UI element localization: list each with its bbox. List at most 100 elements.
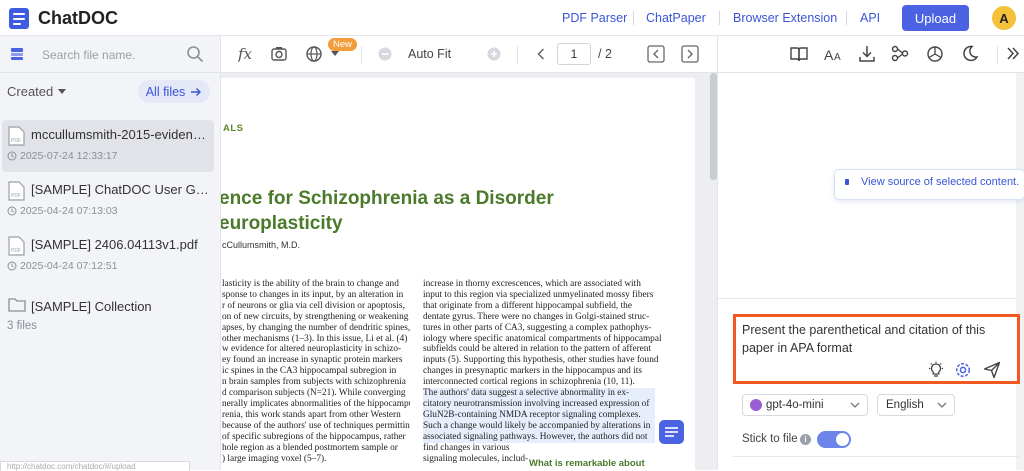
text-column-left[interactable]: lasticity is the ability of the brain to… [222,279,410,464]
info-icon[interactable]: i [800,434,811,445]
nav-pdf-parser[interactable]: PDF Parser [562,11,627,25]
arrow-right-icon [191,87,202,96]
text-line: GluN2B-containing NMDA receptor signalin… [423,409,655,421]
expand-right-icon[interactable] [681,45,699,63]
text-line: dentate gyrus. There were no changes in … [423,311,650,322]
formula-icon[interactable]: fx [238,45,256,63]
file-name: [SAMPLE] ChatDOC User Guide [31,182,211,197]
chevron-down-icon [937,402,947,408]
chat-lines-icon [665,427,678,437]
svg-text:PDF: PDF [11,248,21,254]
text-line: r of neurons or glia via cell division o… [222,300,405,311]
send-icon[interactable] [983,361,1001,379]
pdf-viewer[interactable]: ALS ence for Schizophrenia as a Disorder… [221,73,717,470]
app-name[interactable]: ChatDOC [38,8,118,29]
tooltip-text: View source of selected content. [861,176,1020,188]
collection-count: 3 files [7,320,38,332]
svg-text:PDF: PDF [11,138,21,144]
svg-text:PDF: PDF [11,193,21,199]
pdf-file-icon: PDF [8,126,25,146]
text-line: that originate from a different hippocam… [423,300,632,311]
settings-gear-icon[interactable] [954,361,972,379]
text-line: hole region as a blended postmortem samp… [222,442,398,453]
document-author: cCullumsmith, M.D. [222,240,301,250]
previous-page-icon[interactable] [537,48,545,60]
pdf-page[interactable]: ALS ence for Schizophrenia as a Disorder… [221,78,695,470]
translate-globe-icon[interactable] [305,45,325,63]
view-source-tooltip[interactable]: View source of selected content. [835,170,1024,199]
dark-mode-moon-icon[interactable] [962,45,978,62]
database-icon[interactable] [10,47,24,61]
double-chevron-right-icon[interactable] [1006,47,1020,60]
collection-name: [SAMPLE] Collection [31,299,152,314]
nav-api[interactable]: API [860,11,880,25]
nav-browser-extension[interactable]: Browser Extension [733,11,837,25]
search-input[interactable] [42,45,178,65]
download-icon[interactable] [859,45,875,62]
zoom-in-icon[interactable] [487,47,501,61]
svg-text:fx: fx [238,45,253,63]
mind-map-icon[interactable] [891,45,909,62]
chat-input-box[interactable]: Present the parenthetical and citation o… [733,314,1020,384]
screenshot-ocr-icon[interactable] [270,45,288,63]
text-line: of specific subregions of the hippocampu… [222,431,406,442]
pdf-file-icon: PDF [8,181,25,201]
sort-label: Created [7,84,54,99]
upload-button[interactable]: Upload [902,5,969,31]
lightbulb-icon[interactable] [927,361,945,379]
text-line: increase in thorny excrescences, which a… [423,279,641,289]
font-size-icon[interactable]: A A [824,46,843,62]
stick-to-file-label: Stick to file [742,433,798,445]
text-line: on of new circuits, by strengthening or … [222,311,409,322]
file-item[interactable]: PDF mccullumsmith-2015-evidence-for-schi… [2,120,214,172]
pdf-toolbar: fx New Auto Fit 1 / 2 [221,36,717,73]
text-line: nerally implicates abnormalities of the … [222,398,410,409]
text-line: sponse to changes in its input, by an al… [222,289,404,300]
collapse-left-icon[interactable] [647,45,665,63]
all-files-button[interactable]: All files [138,80,210,103]
zoom-select[interactable]: Auto Fit [408,47,451,61]
caret-down-icon[interactable] [331,51,339,57]
pdf-file-icon: PDF [8,236,25,256]
file-item[interactable]: PDF [SAMPLE] 2406.04113v1.pdf 2025-04-24… [2,230,214,282]
text-line: because of the authors' use of technique… [222,420,410,431]
search-icon[interactable] [186,45,204,63]
chevron-down-icon [850,402,860,408]
zoom-out-icon[interactable] [378,47,392,61]
nav-chatpaper[interactable]: ChatPaper [646,11,706,25]
pdf-scrollbar[interactable] [710,73,717,180]
openai-icon[interactable] [926,45,944,63]
text-line: w evidence for altered neuroplasticity i… [222,344,402,355]
text-line: n brain samples from subjects with schiz… [222,377,406,388]
text-line: inputs (5). Supporting this hypothesis, … [423,355,659,366]
text-line: tures in other parts of CA3, suggesting … [423,322,652,333]
stick-to-file-toggle[interactable] [817,431,851,448]
file-date: 2025-04-24 07:13:03 [20,205,118,217]
text-line: other mechanisms (1–3). In this issue, L… [222,333,408,344]
language-label: English [886,399,924,411]
file-item[interactable]: PDF [SAMPLE] ChatDOC User Guide 2025-04-… [2,175,214,227]
model-icon [750,399,762,411]
collection-item[interactable]: [SAMPLE] Collection [2,292,214,318]
text-line: citatory neurotransmission involving inc… [423,398,655,410]
book-icon[interactable] [790,46,808,62]
model-select[interactable]: gpt-4o-mini [742,394,868,416]
page-number-input[interactable]: 1 [557,43,591,65]
avatar[interactable]: A [992,6,1016,30]
chat-float-button[interactable] [659,420,684,444]
file-name: mccullumsmith-2015-evidence-for-schizoph… [31,127,211,142]
top-bar: ChatDOC PDF Parser ChatPaper Browser Ext… [0,0,1024,36]
clock-icon [7,261,17,271]
text-line: Such a change would likely be accompanie… [423,420,655,432]
language-select[interactable]: English [877,394,955,416]
sort-dropdown[interactable]: Created [7,84,67,99]
text-column-right[interactable]: increase in thorny excrescences, which a… [423,279,662,464]
document-title[interactable]: ence for Schizophrenia as a Disorder eur… [221,186,689,236]
new-badge: New [328,38,358,51]
chatdoc-logo-icon[interactable] [9,8,29,29]
chat-scrollbar[interactable] [1016,73,1024,470]
chat-input-text[interactable]: Present the parenthetical and citation o… [742,321,1012,357]
text-line: associated signaling pathways. However, … [423,431,655,443]
title-line: ence for Schizophrenia as a Disorder [221,188,554,209]
clock-icon [7,151,17,161]
